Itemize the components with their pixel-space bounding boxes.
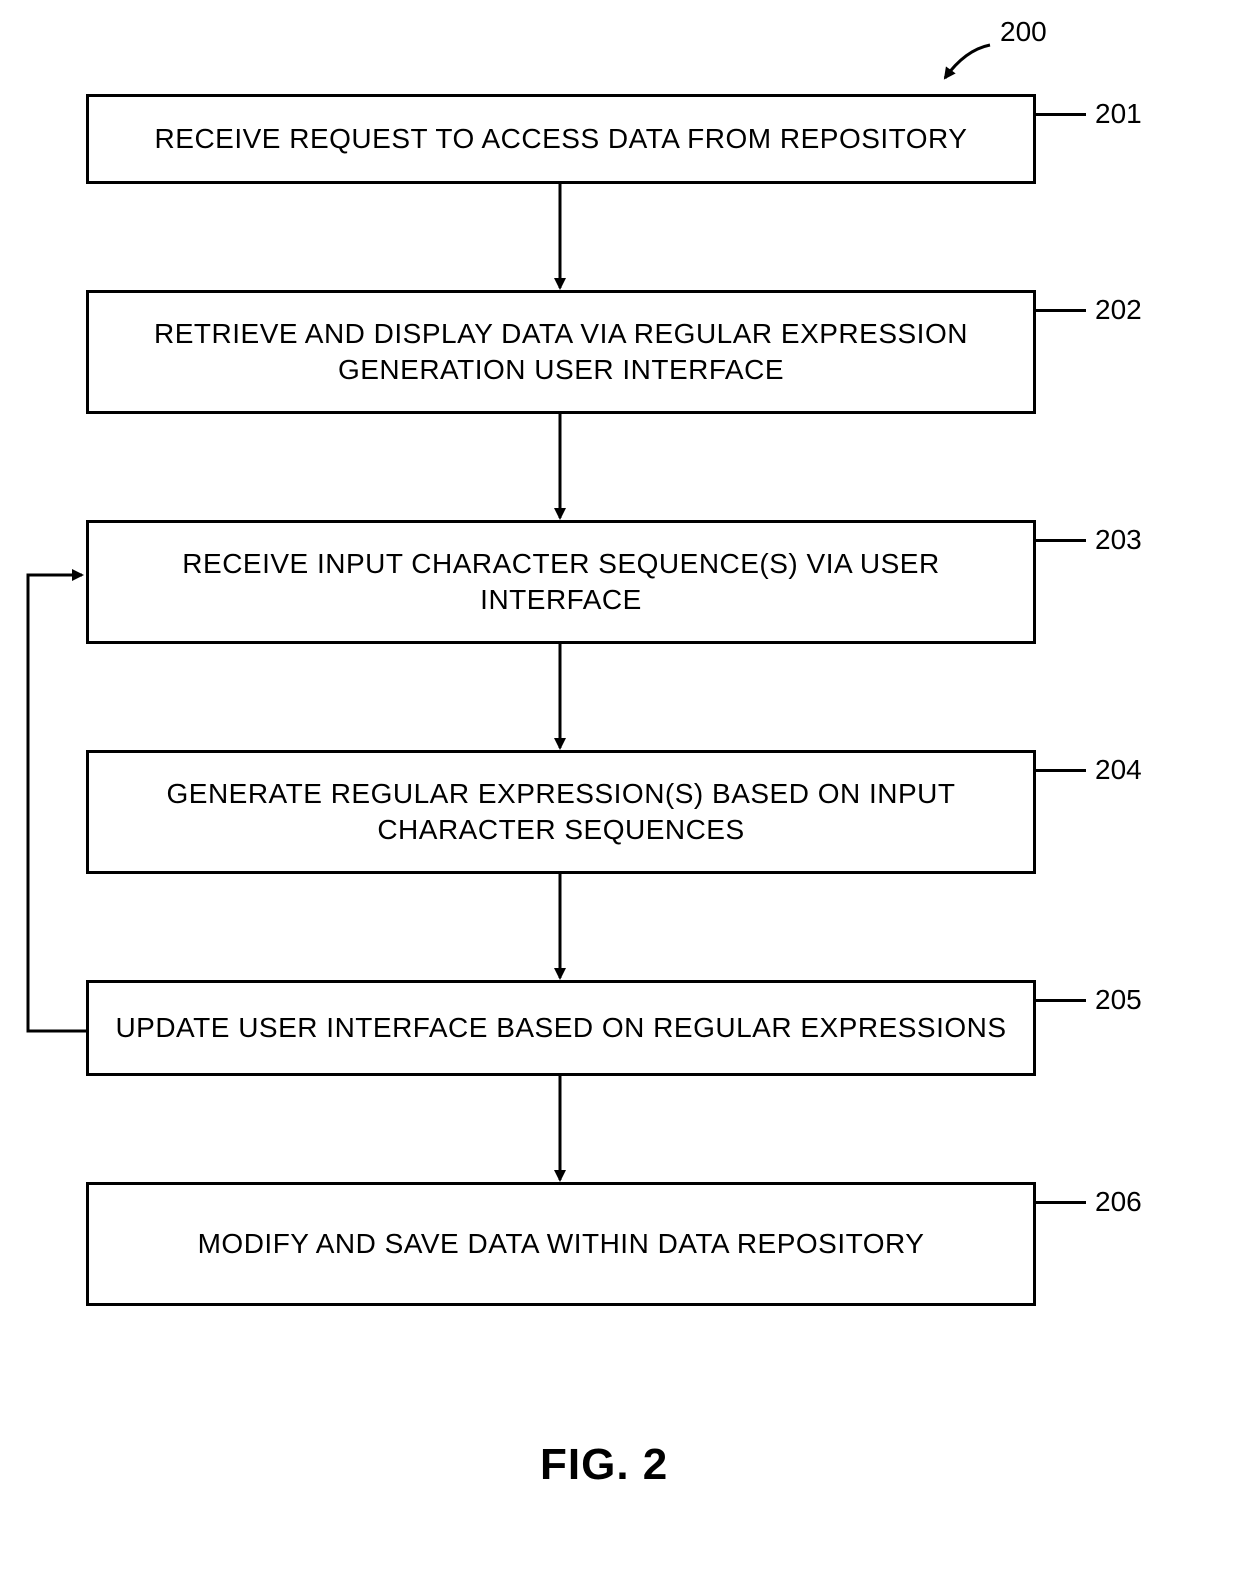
step-202: RETRIEVE AND DISPLAY DATA VIA REGULAR EX… (86, 290, 1036, 414)
figure-ref-200: 200 (1000, 16, 1047, 48)
step-206-text: MODIFY AND SAVE DATA WITHIN DATA REPOSIT… (198, 1226, 925, 1262)
step-203-text: RECEIVE INPUT CHARACTER SEQUENCE(S) VIA … (109, 546, 1013, 619)
step-204-text: GENERATE REGULAR EXPRESSION(S) BASED ON … (109, 776, 1013, 849)
ref-tick-201 (1036, 113, 1086, 116)
step-204: GENERATE REGULAR EXPRESSION(S) BASED ON … (86, 750, 1036, 874)
ref-tick-206 (1036, 1201, 1086, 1204)
step-203: RECEIVE INPUT CHARACTER SEQUENCE(S) VIA … (86, 520, 1036, 644)
ref-204: 204 (1095, 754, 1142, 786)
ref-tick-205 (1036, 999, 1086, 1002)
ref-tick-202 (1036, 309, 1086, 312)
ref-206: 206 (1095, 1186, 1142, 1218)
step-205: UPDATE USER INTERFACE BASED ON REGULAR E… (86, 980, 1036, 1076)
ref-205: 205 (1095, 984, 1142, 1016)
step-202-text: RETRIEVE AND DISPLAY DATA VIA REGULAR EX… (109, 316, 1013, 389)
ref-tick-204 (1036, 769, 1086, 772)
ref-201: 201 (1095, 98, 1142, 130)
step-205-text: UPDATE USER INTERFACE BASED ON REGULAR E… (115, 1010, 1006, 1046)
figure-caption: FIG. 2 (540, 1440, 668, 1490)
loopback-arrow (28, 575, 86, 1031)
step-201-text: RECEIVE REQUEST TO ACCESS DATA FROM REPO… (155, 121, 968, 157)
step-206: MODIFY AND SAVE DATA WITHIN DATA REPOSIT… (86, 1182, 1036, 1306)
ref-tick-203 (1036, 539, 1086, 542)
ref-202: 202 (1095, 294, 1142, 326)
figure-ref-pointer (945, 45, 990, 78)
step-201: RECEIVE REQUEST TO ACCESS DATA FROM REPO… (86, 94, 1036, 184)
ref-203: 203 (1095, 524, 1142, 556)
flowchart-canvas: 200 RECEIVE REQUEST TO ACCESS DATA FROM … (0, 0, 1240, 1592)
